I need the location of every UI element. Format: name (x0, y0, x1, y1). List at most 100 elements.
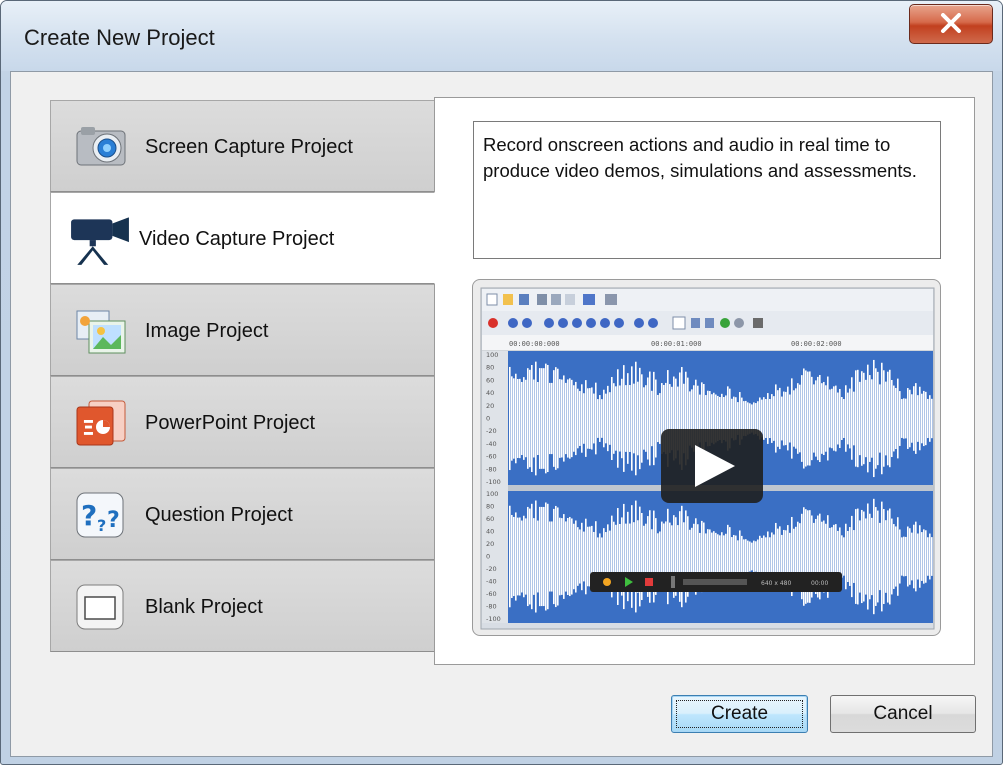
waveform-bar (581, 522, 583, 591)
scale-label: -40 (486, 440, 497, 448)
waveform-bar (635, 361, 637, 476)
tab-screen-capture-project[interactable]: Screen Capture Project (50, 100, 435, 192)
scale-label: 0 (486, 415, 490, 423)
waveform-bar (781, 534, 783, 579)
tab-label: Video Capture Project (139, 228, 335, 250)
waveform-bar (607, 385, 609, 452)
svg-text:?: ? (97, 516, 106, 535)
close-button[interactable] (909, 4, 993, 44)
waveform-bar (561, 379, 563, 458)
waveform-bar (903, 536, 905, 577)
waveform-bar (773, 534, 775, 579)
waveform-bar (519, 378, 521, 459)
title-bar[interactable]: Create New Project (1, 1, 1002, 71)
waveform-bar (755, 541, 757, 572)
waveform-bar (613, 383, 615, 454)
waveform-bar (921, 532, 923, 581)
waveform-bar (577, 388, 579, 449)
tab-image-project[interactable]: Image Project (50, 284, 435, 376)
waveform-bar (931, 398, 933, 439)
scale-label: 20 (486, 402, 494, 410)
tab-label: Blank Project (145, 596, 263, 618)
waveform-bar (537, 381, 539, 456)
waveform-bar (917, 533, 919, 580)
waveform-bar (847, 530, 849, 583)
waveform-bar (833, 386, 835, 451)
waveform-bar (867, 364, 869, 473)
cancel-button[interactable]: Cancel (830, 695, 976, 733)
waveform-bar (883, 370, 885, 467)
tab-question-project[interactable]: ? ? ? Question Project (50, 468, 435, 560)
scale-label: 0 (486, 553, 490, 561)
waveform-bar (831, 388, 833, 449)
waveform-bar (573, 385, 575, 452)
waveform-bar (541, 368, 543, 469)
preview-video[interactable]: 00:00:00:000 00:00:01:000 00:00:02:000 1… (472, 279, 941, 636)
waveform-bar (601, 537, 603, 576)
waveform-bar (879, 522, 881, 591)
waveform-bar (913, 386, 915, 451)
waveform-bar (897, 517, 899, 596)
waveform-bar (885, 381, 887, 456)
waveform-bar (555, 505, 557, 608)
tab-powerpoint-project[interactable]: Ξ PowerPoint Project (50, 376, 435, 468)
waveform-bar (569, 516, 571, 597)
tab-blank-project[interactable]: Blank Project (50, 560, 435, 652)
tab-video-capture-project[interactable]: Video Capture Project (50, 192, 435, 284)
waveform-bar (853, 530, 855, 583)
waveform-bar (555, 367, 557, 470)
waveform-bar (525, 379, 527, 458)
waveform-bar (611, 376, 613, 461)
waveform-bar (565, 382, 567, 455)
waveform-bar (763, 397, 765, 440)
waveform-bar (515, 512, 517, 601)
waveform-bar (889, 508, 891, 605)
create-button[interactable]: Create (671, 695, 808, 733)
waveform-bar (595, 382, 597, 455)
waveform-bar (543, 506, 545, 607)
waveform-bar (741, 535, 743, 578)
waveform-bar (885, 520, 887, 593)
waveform-bar (745, 539, 747, 574)
scale-label: 80 (486, 364, 494, 372)
waveform-bar (817, 376, 819, 461)
waveform-bar (899, 529, 901, 584)
waveform-bar (591, 387, 593, 450)
waveform-bar (887, 371, 889, 466)
waveform-bar (657, 394, 659, 443)
waveform-bar (919, 386, 921, 451)
waveform-bar (881, 501, 883, 612)
waveform-bar (651, 390, 653, 447)
waveform-bar (525, 518, 527, 595)
waveform-bar (563, 375, 565, 462)
waveform-bar (751, 542, 753, 571)
waveform-bar (599, 395, 601, 442)
waveform-bar (841, 535, 843, 578)
waveform-bar (785, 391, 787, 446)
waveform-bar (767, 393, 769, 444)
waveform-bar (535, 361, 537, 476)
waveform-bar (623, 365, 625, 472)
waveform-bar (763, 535, 765, 578)
waveform-bar (765, 399, 767, 438)
waveform-bar (533, 518, 535, 595)
waveform-bar (573, 523, 575, 590)
waveform-bar (635, 500, 637, 613)
waveform-bar (901, 537, 903, 576)
timecode-label: 00:00:00:000 (509, 340, 560, 348)
waveform-bar (719, 535, 721, 578)
waveform-bar (621, 378, 623, 459)
waveform-bar (509, 505, 511, 608)
waveform-bar (517, 517, 519, 596)
waveform-bar (523, 515, 525, 598)
waveform-bar (571, 518, 573, 595)
waveform-bar (865, 518, 867, 595)
scale-label: -60 (486, 590, 497, 598)
waveform-bar (899, 391, 901, 446)
waveform-bar (839, 388, 841, 449)
waveform-bar (511, 376, 513, 461)
waveform-bar (925, 391, 927, 446)
waveform-bar (733, 534, 735, 579)
waveform-bar (541, 506, 543, 607)
svg-text:?: ? (107, 508, 120, 533)
